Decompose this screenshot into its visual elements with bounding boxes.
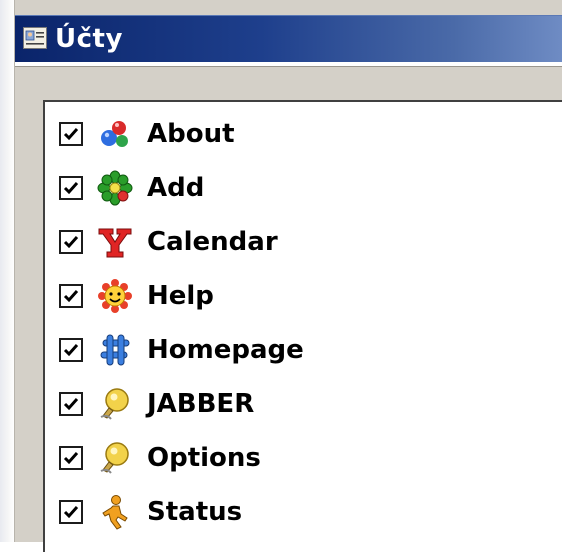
address-card-icon	[23, 27, 47, 49]
checkbox-about[interactable]	[59, 122, 83, 146]
checkbox-options[interactable]	[59, 446, 83, 470]
window-titlebar[interactable]: Účty	[15, 15, 562, 63]
list-item-jabber[interactable]: JABBER	[45, 384, 545, 430]
checkmark-icon	[63, 236, 79, 249]
smiley-sun-icon	[98, 279, 132, 313]
accounts-list[interactable]: About Add Calendar Help Homepage JABBER …	[43, 100, 562, 552]
item-label: About	[147, 119, 235, 149]
molecule-icon	[101, 121, 128, 147]
jabber-bulb-icon	[100, 442, 129, 474]
list-item-homepage[interactable]: Homepage	[45, 330, 545, 376]
checkbox-calendar[interactable]	[59, 230, 83, 254]
accounts-window: Účty About Add Calendar Help Homepage JA…	[14, 0, 562, 552]
checkmark-icon	[63, 182, 79, 195]
titlebar-separator	[15, 62, 562, 67]
hash-puzzle-icon	[100, 334, 130, 366]
list-item-options[interactable]: Options	[45, 438, 545, 484]
list-item-help[interactable]: Help	[45, 276, 545, 322]
checkmark-icon	[63, 452, 79, 465]
checkmark-icon	[63, 290, 79, 303]
desktop-edge	[0, 0, 14, 542]
aim-runner-icon	[102, 495, 128, 530]
checkbox-jabber[interactable]	[59, 392, 83, 416]
item-label: Status	[147, 497, 243, 527]
checkmark-icon	[63, 128, 79, 141]
checkbox-add[interactable]	[59, 176, 83, 200]
yahoo-y-icon	[98, 228, 132, 258]
checkmark-icon	[63, 506, 79, 519]
item-label: Options	[147, 443, 261, 473]
item-label: Help	[147, 281, 214, 311]
checkmark-icon	[63, 344, 79, 357]
checkbox-homepage[interactable]	[59, 338, 83, 362]
list-item-about[interactable]: About	[45, 114, 545, 160]
checkbox-status[interactable]	[59, 500, 83, 524]
item-label: Add	[147, 173, 205, 203]
icq-flower-icon	[97, 170, 133, 206]
checkbox-help[interactable]	[59, 284, 83, 308]
item-label: Calendar	[147, 227, 278, 257]
checkmark-icon	[63, 398, 79, 411]
list-item-add[interactable]: Add	[45, 168, 545, 214]
list-item-status[interactable]: Status	[45, 492, 545, 538]
window-title: Účty	[55, 24, 123, 54]
list-item-calendar[interactable]: Calendar	[45, 222, 545, 268]
item-label: JABBER	[147, 389, 255, 419]
jabber-bulb-icon	[100, 388, 129, 420]
item-label: Homepage	[147, 335, 304, 365]
